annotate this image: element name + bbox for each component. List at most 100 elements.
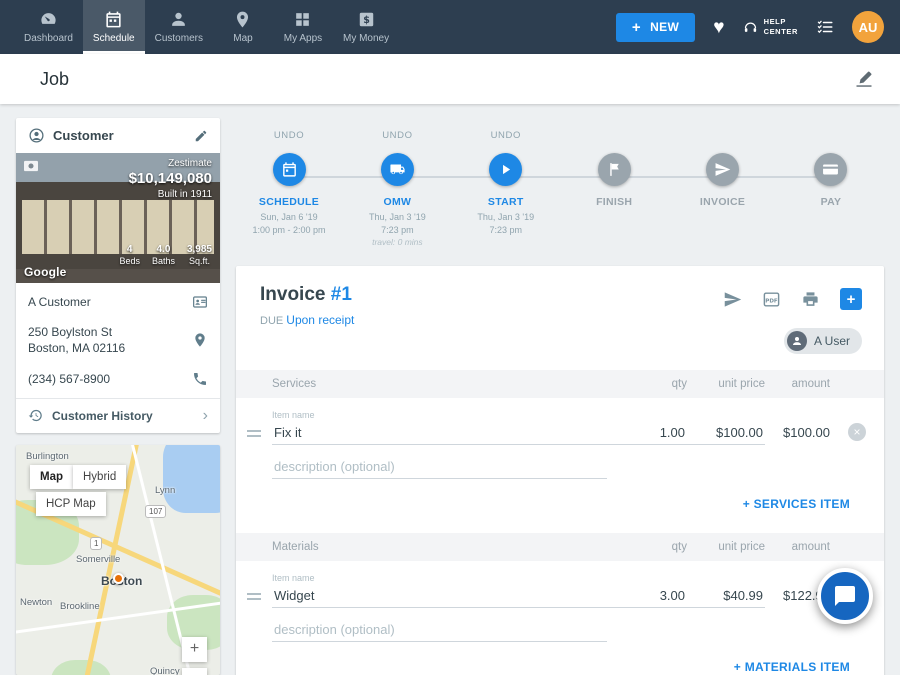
nav-item-my-apps[interactable]: My Apps [273, 0, 333, 54]
map-label: Brookline [60, 601, 100, 612]
user-avatar[interactable]: AU [852, 11, 884, 43]
route-badge: 107 [145, 505, 166, 518]
undo-start-link[interactable]: UNDO [491, 130, 521, 144]
invoice-due: DUE Upon receipt [260, 313, 860, 327]
unit-price-column-header: unit price [687, 541, 765, 553]
drag-handle[interactable] [247, 430, 261, 437]
service-unit-price-input[interactable] [687, 421, 765, 445]
zoom-in-button[interactable]: + [182, 637, 207, 662]
new-button[interactable]: + NEW [616, 13, 695, 42]
nav-item-map[interactable]: Map [213, 0, 273, 54]
customer-address-row: 250 Boylston StBoston, MA 02116 [16, 317, 220, 363]
add-service-row: + SERVICES ITEM [236, 479, 884, 519]
omw-step-button[interactable] [381, 153, 414, 186]
chat-fab-button[interactable] [817, 568, 873, 624]
travel-note: travel: 0 mins [372, 237, 423, 247]
amount-column-header: amount [765, 541, 830, 553]
undo-schedule-link[interactable]: UNDO [274, 130, 304, 144]
nav-item-dashboard[interactable]: Dashboard [14, 0, 83, 54]
pay-step-button[interactable] [814, 153, 847, 186]
page-title: Job [40, 69, 69, 90]
item-name-label: Item name [272, 410, 607, 420]
unit-price-column-header: unit price [687, 378, 765, 390]
nav-item-my-money[interactable]: $ My Money [333, 0, 399, 54]
referral-heart-icon[interactable]: ♥ [713, 18, 724, 37]
property-facts: 4 Beds 4.0 Baths 3,985 Sq.ft. [119, 244, 212, 266]
help-center-button[interactable]: HELPCENTER [743, 17, 798, 38]
mini-map[interactable]: Burlington Lynn 107 1 Somerville Boston … [16, 445, 220, 675]
zestimate-label: Zestimate [129, 158, 212, 169]
edit-pencil-icon[interactable] [194, 129, 208, 143]
service-name-input[interactable] [272, 421, 607, 445]
service-description-input[interactable] [272, 455, 607, 479]
finish-step-button[interactable] [598, 153, 631, 186]
map-type-button[interactable]: Map [30, 465, 73, 489]
chevron-right-icon: › [203, 408, 208, 424]
add-invoice-button[interactable]: + [840, 288, 862, 310]
zoom-out-button[interactable]: − [182, 668, 207, 675]
person-icon [169, 10, 188, 29]
task-list-icon[interactable] [816, 18, 834, 36]
job-tools-icon[interactable] [854, 69, 874, 89]
zestimate-value: $10,149,080 [129, 170, 212, 187]
nav-items: Dashboard Schedule Customers Map My Apps… [0, 0, 399, 54]
material-unit-price-input[interactable] [687, 584, 765, 608]
nav-item-schedule[interactable]: Schedule [83, 0, 145, 54]
services-title: Services [272, 378, 607, 390]
print-icon[interactable] [801, 290, 820, 309]
material-description-input[interactable] [272, 618, 607, 642]
timeline-step-invoice: INVOICE [670, 130, 776, 247]
service-description-row [236, 445, 884, 479]
pdf-icon[interactable]: PDF [762, 290, 781, 309]
invoice-card: Invoice #1 DUE Upon receipt PDF + A User [236, 266, 884, 675]
materials-section-header: Materials qty unit price amount [236, 533, 884, 561]
invoice-header: Invoice #1 DUE Upon receipt PDF + A User [236, 266, 884, 370]
qty-column-header: qty [607, 541, 687, 553]
add-service-item-link[interactable]: + SERVICES ITEM [743, 497, 850, 511]
send-invoice-icon[interactable] [723, 290, 742, 309]
schedule-step-button[interactable] [273, 153, 306, 186]
assigned-user-chip[interactable]: A User [784, 328, 862, 354]
customer-card: Customer Zestimate $10,149,080 Built in … [16, 118, 220, 433]
baths-fact: 4.0 Baths [152, 244, 175, 266]
property-photo[interactable]: Zestimate $10,149,080 Built in 1911 4 Be… [16, 153, 220, 283]
add-material-item-link[interactable]: + MATERIALS ITEM [734, 660, 850, 674]
flag-icon [606, 161, 623, 178]
customer-phone-row: (234) 567-8900 [16, 364, 220, 398]
invoice-step-button[interactable] [706, 153, 739, 186]
nav-item-customers[interactable]: Customers [145, 0, 213, 54]
hcp-map-button[interactable]: HCP Map [36, 492, 106, 516]
customer-history-row[interactable]: Customer History › [16, 398, 220, 433]
material-description-row [236, 608, 884, 642]
map-water [163, 445, 220, 513]
customer-name-row: A Customer [16, 283, 220, 317]
job-location-marker[interactable] [113, 573, 124, 584]
street-view-icon [23, 159, 39, 173]
timeline-step-pay: PAY [778, 130, 884, 247]
plus-icon: + [632, 19, 641, 36]
due-terms-link[interactable]: Upon receipt [286, 313, 354, 327]
location-pin-icon[interactable] [192, 332, 208, 348]
remove-item-button[interactable]: × [848, 423, 866, 441]
calendar-icon [281, 161, 298, 178]
money-icon: $ [357, 10, 376, 29]
material-qty-input[interactable] [607, 584, 687, 608]
service-qty-input[interactable] [607, 421, 687, 445]
customer-card-title: Customer [53, 128, 186, 143]
customer-address: 250 Boylston StBoston, MA 02116 [28, 324, 192, 356]
timeline-step-finish: FINISH [561, 130, 667, 247]
undo-omw-link[interactable]: UNDO [382, 130, 412, 144]
beds-fact: 4 Beds [119, 244, 140, 266]
contact-card-icon[interactable] [192, 294, 208, 310]
step-dates: Thu, Jan 3 '197:23 pm [477, 211, 534, 236]
material-name-input[interactable] [272, 584, 607, 608]
hybrid-type-button[interactable]: Hybrid [73, 465, 126, 489]
customer-history-label: Customer History [52, 409, 194, 423]
qty-column-header: qty [607, 378, 687, 390]
start-step-button[interactable] [489, 153, 522, 186]
add-material-row: + MATERIALS ITEM [236, 642, 884, 675]
zestimate-block: Zestimate $10,149,080 Built in 1911 [129, 158, 212, 200]
timeline-step-start: UNDO START Thu, Jan 3 '197:23 pm [453, 130, 559, 247]
drag-handle[interactable] [247, 593, 261, 600]
phone-icon[interactable] [192, 371, 208, 387]
